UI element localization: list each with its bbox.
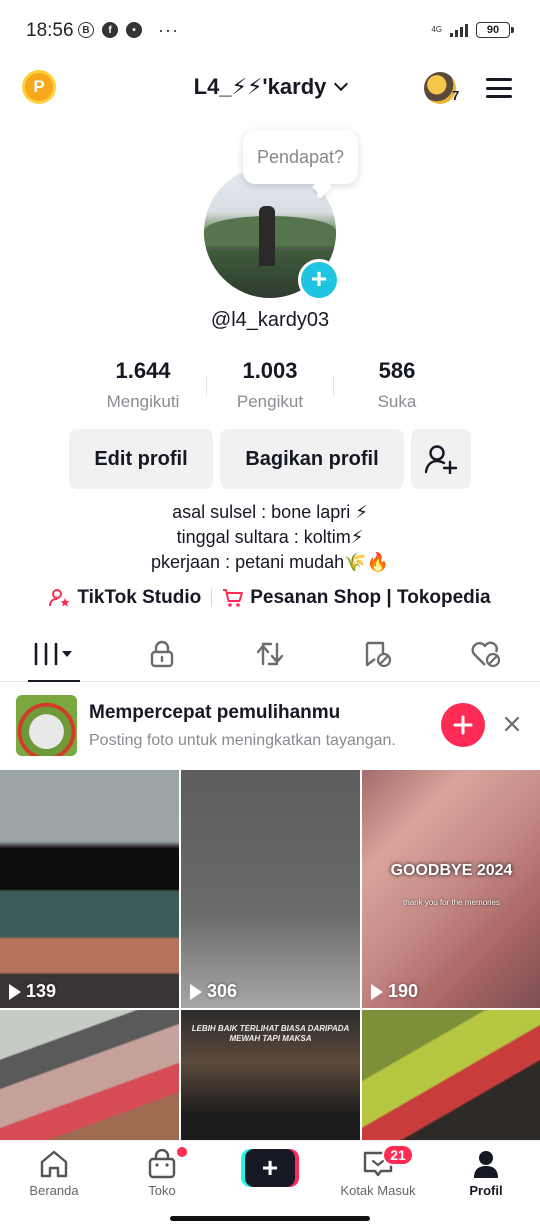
bio-line: pkerjaan : petani mudah🌾🔥 (151, 552, 389, 572)
stat-label: Pengikut (236, 392, 304, 411)
banner-thumbnail (16, 695, 77, 756)
tab-private[interactable] (108, 626, 216, 681)
play-icon (9, 983, 21, 1000)
shop-orders-link[interactable]: Pesanan Shop | Tokopedia (212, 587, 500, 609)
video-thumbnail[interactable]: 306 (181, 770, 360, 1008)
content-tabs (0, 626, 540, 682)
status-notification-icons: B f • ··· (78, 20, 179, 40)
grid-icon (34, 642, 72, 665)
shop-notification-dot (177, 1147, 187, 1157)
stat-value: 586 (378, 358, 416, 383)
repost-icon (256, 642, 284, 665)
stat-value: 1.003 (242, 358, 298, 383)
nav-home-label: Beranda (29, 1183, 79, 1198)
close-icon (504, 716, 520, 732)
heart-hidden-icon (471, 641, 501, 667)
profile-links: TikTok Studio Pesanan Shop | Tokopedia (0, 587, 540, 609)
bio: asal sulsel : bone lapri ⚡ tinggal sulta… (0, 500, 540, 575)
view-count: 190 (371, 981, 418, 1002)
bookmark-hidden-icon (365, 641, 392, 667)
facebook-icon: f (102, 22, 118, 38)
shopping-bag-icon (148, 1149, 176, 1179)
status-time: 18:56 (26, 20, 74, 41)
signal-icon (450, 23, 468, 37)
video-thumbnail[interactable]: GOODBYE 2024 thank you for the memories … (362, 770, 540, 1008)
nav-home[interactable]: Beranda (0, 1141, 108, 1204)
chat-icon: • (126, 22, 142, 38)
inbox-badge: 21 (382, 1144, 414, 1166)
studio-icon (49, 589, 70, 607)
video-thumbnail[interactable]: 139 (0, 770, 179, 1008)
nav-inbox[interactable]: 21 Kotak Masuk (324, 1141, 432, 1204)
profile-icon (474, 1151, 498, 1178)
tiktok-studio-link[interactable]: TikTok Studio (39, 587, 211, 609)
network-label: 4G (431, 25, 442, 34)
video-overlay-title: GOODBYE 2024 (390, 862, 513, 879)
stat-label: Suka (377, 392, 417, 411)
tab-favorites[interactable] (324, 626, 432, 681)
stat-likes[interactable]: 586 Suka (334, 358, 460, 412)
battery-icon: 90 (476, 22, 514, 38)
battery-level: 90 (486, 24, 500, 36)
home-indicator[interactable] (170, 1216, 370, 1221)
stat-following[interactable]: 1.644 Mengikuti (80, 358, 206, 412)
stat-value: 1.644 (115, 358, 171, 383)
stat-label: Mengikuti (106, 392, 180, 411)
video-thumbnail[interactable]: LEBIH BAIK TERLIHAT BIASA DARIPADA MEWAH… (181, 1010, 360, 1140)
bottom-nav: Beranda Toko + 21 Kotak Masuk Profil (0, 1140, 540, 1204)
video-caption: LEBIH BAIK TERLIHAT BIASA DARIPADA MEWAH… (191, 1024, 350, 1043)
avatar-count: 7 (452, 88, 460, 103)
video-grid: 139 306 GOODBYE 2024 thank you for the m… (0, 770, 540, 1140)
nav-profile-label: Profil (469, 1183, 503, 1198)
nav-inbox-label: Kotak Masuk (340, 1183, 416, 1198)
chevron-down-icon (334, 76, 349, 92)
bio-line: tinggal sultara : koltim⚡ (176, 527, 364, 547)
video-overlay-subtitle: thank you for the memories (403, 898, 500, 907)
view-count: 306 (190, 981, 237, 1002)
nav-shop[interactable]: Toko (108, 1141, 216, 1204)
cart-icon (223, 589, 244, 607)
share-profile-button[interactable]: Bagikan profil (220, 429, 404, 489)
view-count: 139 (9, 981, 56, 1002)
account-name: L4_⚡⚡'kardy (193, 74, 327, 99)
banner-close-button[interactable] (502, 714, 522, 734)
nav-create[interactable]: + (216, 1141, 324, 1204)
add-person-icon (424, 445, 458, 474)
play-icon (371, 983, 383, 1000)
tab-liked[interactable] (432, 626, 540, 681)
play-icon (190, 983, 202, 1000)
bubble-dot (317, 192, 323, 198)
profile-stats: 1.644 Mengikuti 1.003 Pengikut 586 Suka (80, 358, 460, 412)
nav-profile[interactable]: Profil (432, 1141, 540, 1204)
video-thumbnail[interactable] (0, 1010, 179, 1140)
create-button[interactable]: + (241, 1149, 299, 1187)
edit-profile-button[interactable]: Edit profil (69, 429, 213, 489)
more-notifications-icon: ··· (158, 20, 179, 40)
home-icon (40, 1150, 68, 1178)
plus-icon: + (310, 263, 328, 294)
bio-line: asal sulsel : bone lapri ⚡ (172, 502, 368, 522)
lock-icon (150, 640, 174, 667)
studio-label: TikTok Studio (77, 587, 202, 608)
plus-icon (453, 715, 473, 735)
plus-icon: + (245, 1149, 295, 1187)
add-story-button[interactable]: + (298, 259, 340, 301)
banner-title: Mempercepat pemulihanmu (89, 702, 341, 723)
menu-icon[interactable] (486, 78, 512, 98)
banner-add-button[interactable] (441, 703, 485, 747)
shop-label: Pesanan Shop | Tokopedia (250, 587, 491, 608)
note-bubble[interactable]: Pendapat? (243, 130, 358, 184)
status-right: 4G 90 (431, 22, 514, 38)
b-app-icon: B (78, 22, 94, 38)
add-friend-button[interactable] (411, 429, 471, 489)
banner-subtitle: Posting foto untuk meningkatkan tayangan… (89, 732, 396, 749)
status-bar: 18:56 B f • ··· 4G 90 (0, 0, 540, 64)
tab-reposts[interactable] (216, 626, 324, 681)
stat-followers[interactable]: 1.003 Pengikut (207, 358, 333, 412)
tab-videos[interactable] (0, 626, 108, 682)
video-thumbnail[interactable] (362, 1010, 540, 1140)
username: @l4_kardy03 (210, 309, 330, 331)
note-bubble-text: Pendapat? (256, 146, 345, 167)
nav-shop-label: Toko (148, 1183, 176, 1198)
